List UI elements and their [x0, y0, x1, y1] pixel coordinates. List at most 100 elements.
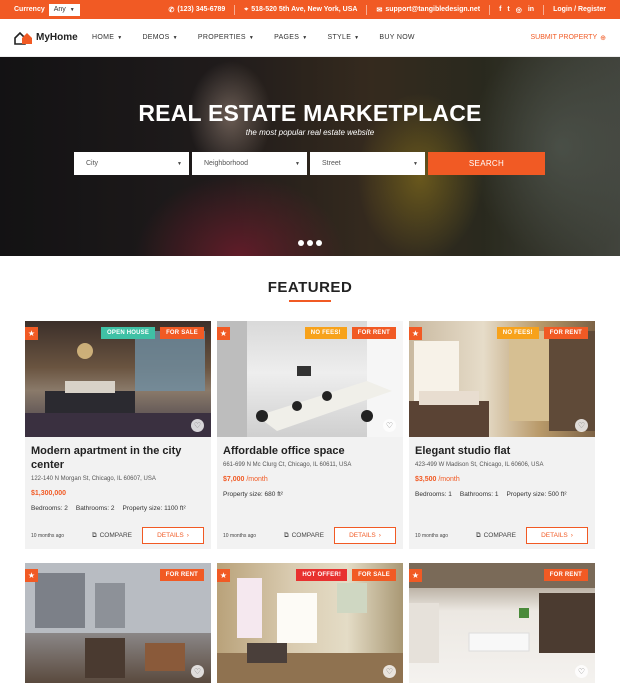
- map-marker-icon: ⌖: [244, 5, 249, 13]
- property-image[interactable]: ★ FOR RENT ♡: [25, 563, 211, 683]
- star-icon: ★: [409, 569, 422, 582]
- bathrooms: Bathrooms: 2: [75, 505, 115, 512]
- email-link[interactable]: ✉ support@tangibledesign.net: [376, 6, 480, 14]
- featured-grid: ★ OPEN HOUSE FOR SALE ♡ Modern apartment…: [25, 321, 595, 683]
- property-image[interactable]: ★ FOR RENT ♡: [409, 563, 595, 683]
- property-image[interactable]: ★ OPEN HOUSE FOR SALE ♡: [25, 321, 211, 437]
- menu-item-buy-now[interactable]: BUY NOW: [379, 34, 414, 41]
- chevron-down-icon: ▼: [354, 34, 360, 41]
- property-card[interactable]: ★ NO FEES! FOR RENT ♡ Elegant studio fla…: [409, 321, 595, 549]
- for-rent-tag: FOR RENT: [159, 569, 204, 581]
- address-link[interactable]: ⌖ 518-520 5th Ave, New York, USA: [244, 6, 357, 14]
- submit-property-link[interactable]: SUBMIT PROPERTY ⊕: [530, 34, 606, 42]
- email-text: support@tangibledesign.net: [385, 6, 481, 13]
- property-price: $3,500 /month: [415, 476, 460, 483]
- facebook-icon[interactable]: f: [499, 6, 501, 14]
- heart-icon[interactable]: ♡: [191, 419, 204, 432]
- property-card[interactable]: ★ OPEN HOUSE FOR SALE ♡ Modern apartment…: [25, 321, 211, 549]
- house-logo-icon: [14, 31, 32, 45]
- instagram-icon[interactable]: ◎: [516, 6, 522, 14]
- posted-date: 10 months ago: [31, 532, 65, 539]
- compare-button[interactable]: ⧉ COMPARE: [284, 532, 324, 540]
- heart-icon[interactable]: ♡: [383, 665, 396, 678]
- no-fees-tag: NO FEES!: [496, 327, 539, 339]
- property-card[interactable]: ★ FOR RENT ♡: [25, 563, 211, 683]
- property-search-form: City ▼ Neighborhood ▼ Street ▼ SEARCH: [74, 152, 545, 175]
- details-button[interactable]: DETAILS ›: [142, 527, 204, 544]
- property-image[interactable]: ★ NO FEES! FOR RENT ♡: [217, 321, 403, 437]
- living-room-photo: [217, 578, 403, 683]
- menu-item-style[interactable]: STYLE ▼: [327, 34, 359, 41]
- main-menu: HOME ▼ DEMOS ▼ PROPERTIES ▼ PAGES ▼ STYLE ▼ B…: [92, 34, 415, 41]
- hero-title: REAL ESTATE MARKETPLACE: [138, 100, 482, 126]
- compare-icon: ⧉: [283, 531, 289, 539]
- divider: [489, 4, 491, 15]
- property-title[interactable]: Elegant studio flat: [415, 444, 589, 458]
- property-title[interactable]: Affordable office space: [223, 444, 397, 458]
- heart-icon[interactable]: ♡: [575, 665, 588, 678]
- heading-underline: [289, 300, 331, 302]
- city-select[interactable]: City ▼: [74, 152, 189, 175]
- chevron-right-icon: ›: [378, 532, 381, 539]
- compare-button[interactable]: ⧉ COMPARE: [476, 532, 516, 540]
- property-card[interactable]: ★ NO FEES! FOR RENT ♡ Affordable office …: [217, 321, 403, 549]
- property-card[interactable]: ★ FOR RENT ♡: [409, 563, 595, 683]
- slider-dot[interactable]: [298, 240, 304, 246]
- twitter-icon[interactable]: t: [507, 6, 509, 14]
- star-icon: ★: [217, 569, 230, 582]
- menu-item-pages[interactable]: PAGES ▼: [274, 34, 307, 41]
- divider: [366, 4, 368, 15]
- property-price: $7,000 /month: [223, 476, 268, 483]
- currency-dropdown[interactable]: Any ▼: [48, 3, 80, 16]
- top-bar: Currency Any ▼ ✆ (123) 345-6789 ⌖ 518-52…: [0, 0, 620, 19]
- heart-icon[interactable]: ♡: [383, 419, 396, 432]
- property-size: Property size: 1100 ft²: [122, 505, 186, 512]
- city-select-label: City: [86, 160, 99, 167]
- phone-link[interactable]: ✆ (123) 345-6789: [169, 6, 226, 14]
- for-rent-tag: FOR RENT: [543, 327, 588, 339]
- property-specs: Property size: 680 ft²: [223, 491, 397, 498]
- open-house-tag: OPEN HOUSE: [101, 327, 156, 339]
- heart-icon[interactable]: ♡: [575, 419, 588, 432]
- star-icon: ★: [217, 327, 230, 340]
- compare-button[interactable]: ⧉ COMPARE: [92, 532, 132, 540]
- property-specs: Bedrooms: 2 Bathrooms: 2 Property size: …: [31, 505, 205, 512]
- property-image[interactable]: ★ NO FEES! FOR RENT ♡: [409, 321, 595, 437]
- hero-banner: REAL ESTATE MARKETPLACE the most popular…: [0, 57, 620, 256]
- slider-dot[interactable]: [307, 240, 313, 246]
- for-sale-tag: FOR SALE: [160, 327, 204, 339]
- compare-icon: ⧉: [475, 531, 481, 539]
- address-text: 518-520 5th Ave, New York, USA: [251, 6, 358, 13]
- property-card[interactable]: ★ HOT OFFER! FOR SALE ♡: [217, 563, 403, 683]
- login-register-link[interactable]: Login / Register: [553, 6, 606, 13]
- chevron-right-icon: ›: [570, 532, 573, 539]
- details-button[interactable]: DETAILS ›: [526, 527, 588, 544]
- logo[interactable]: MyHome: [14, 31, 92, 45]
- menu-item-home[interactable]: HOME ▼: [92, 34, 122, 41]
- property-address: 423-499 W Madison St, Chicago, IL 60606,…: [415, 462, 544, 468]
- property-specs: Bedrooms: 1 Bathrooms: 1 Property size: …: [415, 491, 589, 498]
- details-button[interactable]: DETAILS ›: [334, 527, 396, 544]
- kitchen-photo: [409, 563, 595, 663]
- hero-subtitle: the most popular real estate website: [245, 128, 375, 137]
- main-navigation: MyHome HOME ▼ DEMOS ▼ PROPERTIES ▼ PAGES ▼ S…: [0, 19, 620, 57]
- heart-icon[interactable]: ♡: [191, 665, 204, 678]
- chevron-down-icon: ▼: [302, 34, 308, 41]
- divider: [234, 4, 236, 15]
- street-select[interactable]: Street ▼: [310, 152, 425, 175]
- neighborhood-select[interactable]: Neighborhood ▼: [192, 152, 307, 175]
- menu-item-properties[interactable]: PROPERTIES ▼: [198, 34, 254, 41]
- phone-icon: ✆: [168, 6, 175, 14]
- chevron-down-icon: ▼: [177, 160, 182, 167]
- chevron-down-icon: ▼: [248, 34, 255, 41]
- currency-value: Any: [53, 6, 66, 13]
- plus-circle-icon: ⊕: [600, 34, 606, 42]
- property-title[interactable]: Modern apartment in the city center: [31, 444, 205, 472]
- property-image[interactable]: ★ HOT OFFER! FOR SALE ♡: [217, 563, 403, 683]
- linkedin-icon[interactable]: in: [528, 6, 534, 14]
- logo-text: MyHome: [36, 32, 78, 43]
- search-button[interactable]: SEARCH: [428, 152, 545, 175]
- slider-dot[interactable]: [316, 240, 322, 246]
- menu-item-demos[interactable]: DEMOS ▼: [142, 34, 177, 41]
- bedrooms: Bedrooms: 1: [415, 491, 452, 498]
